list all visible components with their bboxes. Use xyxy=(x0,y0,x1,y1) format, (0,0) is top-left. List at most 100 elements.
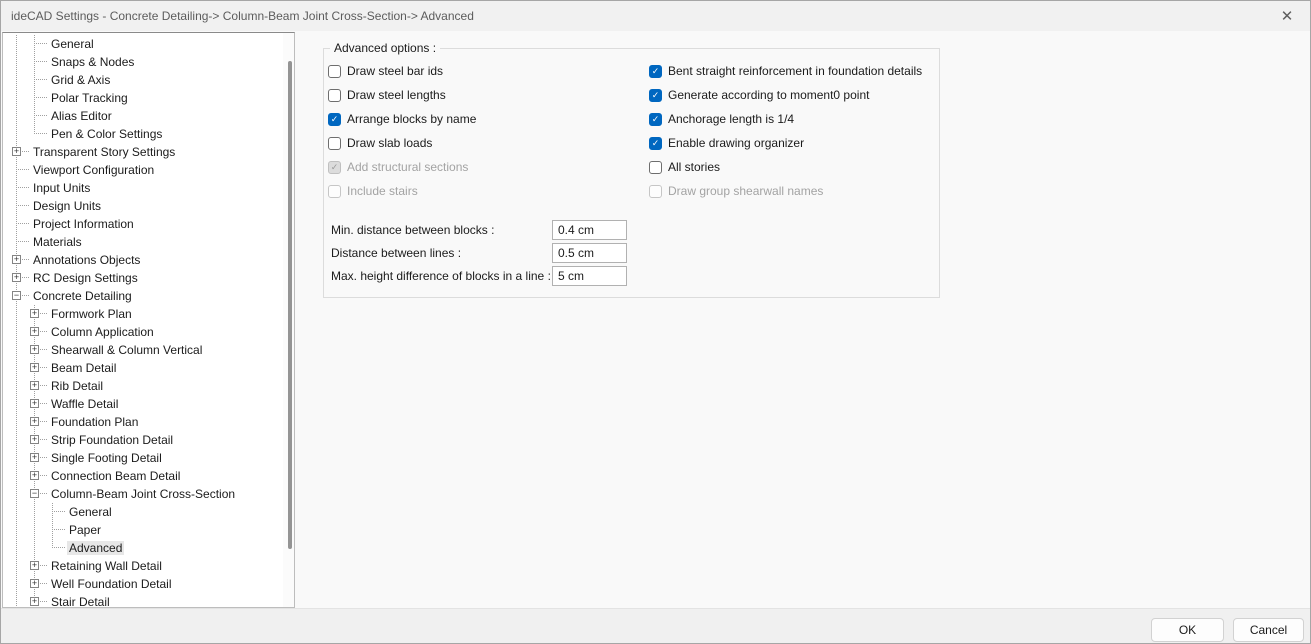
expand-icon[interactable]: + xyxy=(30,417,39,426)
tree-item-label: Alias Editor xyxy=(51,109,112,123)
tree-guide-line xyxy=(16,395,17,413)
expand-icon[interactable]: + xyxy=(30,363,39,372)
expand-icon[interactable]: + xyxy=(30,579,39,588)
tree-item-label: General xyxy=(69,505,112,519)
tree-item-label: Strip Foundation Detail xyxy=(51,433,174,447)
min-distance-between-blocks-input[interactable] xyxy=(552,220,627,240)
tree-item-paper[interactable]: Paper xyxy=(3,521,294,539)
tree-item-label: Materials xyxy=(33,235,82,249)
checkbox-row-bent-straight-reinforcement-in-foundation-details: ✓ Bent straight reinforcement in foundati… xyxy=(649,63,922,79)
checkbox-bent-straight-reinforcement-in-foundation-details[interactable]: ✓ xyxy=(649,64,662,78)
expand-icon[interactable]: + xyxy=(30,453,39,462)
checkbox-draw-steel-lengths[interactable] xyxy=(328,88,341,102)
tree-item-rc-design-settings[interactable]: + RC Design Settings xyxy=(3,269,294,287)
tree-item-retaining-wall-detail[interactable]: + Retaining Wall Detail xyxy=(3,557,294,575)
checkbox-draw-steel-bar-ids[interactable] xyxy=(328,64,341,78)
checkbox-generate-according-to-moment0-point[interactable]: ✓ xyxy=(649,88,662,102)
tree-item-formwork-plan[interactable]: + Formwork Plan xyxy=(3,305,294,323)
tree-item-column-application[interactable]: + Column Application xyxy=(3,323,294,341)
checkbox-row-include-stairs: Include stairs xyxy=(328,183,418,199)
checkbox-arrange-blocks-by-name[interactable]: ✓ xyxy=(328,112,341,126)
tree-item-well-foundation-detail[interactable]: + Well Foundation Detail xyxy=(3,575,294,593)
tree-item-single-footing-detail[interactable]: + Single Footing Detail xyxy=(3,449,294,467)
tree-item-design-units[interactable]: Design Units xyxy=(3,197,294,215)
checkbox-enable-drawing-organizer[interactable]: ✓ xyxy=(649,136,662,150)
tree-item-pen-color-settings[interactable]: Pen & Color Settings xyxy=(3,125,294,143)
expand-icon[interactable]: + xyxy=(30,435,39,444)
tree-item-label: Viewport Configuration xyxy=(33,163,155,177)
tree-item-viewport-configuration[interactable]: Viewport Configuration xyxy=(3,161,294,179)
tree-item-label: Retaining Wall Detail xyxy=(51,559,162,573)
tree-item-strip-foundation-detail[interactable]: + Strip Foundation Detail xyxy=(3,431,294,449)
checkbox-label: Draw steel bar ids xyxy=(347,64,444,78)
expand-icon[interactable]: + xyxy=(30,399,39,408)
checkbox-row-enable-drawing-organizer: ✓ Enable drawing organizer xyxy=(649,135,804,151)
collapse-icon[interactable]: − xyxy=(12,291,21,300)
tree-item-connection-beam-detail[interactable]: + Connection Beam Detail xyxy=(3,467,294,485)
tree-item-waffle-detail[interactable]: + Waffle Detail xyxy=(3,395,294,413)
tree-item-stair-detail[interactable]: + Stair Detail xyxy=(3,593,294,608)
max-height-difference-of-blocks-in-a-line-input[interactable] xyxy=(552,266,627,286)
tree-item-input-units[interactable]: Input Units xyxy=(3,179,294,197)
tree-item-advanced[interactable]: Advanced xyxy=(3,539,294,557)
close-icon[interactable]: ✕ xyxy=(1266,1,1308,31)
tree-item-foundation-plan[interactable]: + Foundation Plan xyxy=(3,413,294,431)
tree-item-label: Transparent Story Settings xyxy=(33,145,176,159)
checkbox-row-draw-steel-lengths: Draw steel lengths xyxy=(328,87,446,103)
cancel-button[interactable]: Cancel xyxy=(1233,618,1304,642)
settings-tree[interactable]: General Snaps & Nodes Grid & Axis Polar Tra… xyxy=(2,32,295,608)
expand-icon[interactable]: + xyxy=(12,273,21,282)
tree-item-label: Formwork Plan xyxy=(51,307,132,321)
tree-item-label: Column Application xyxy=(51,325,154,339)
tree-item-rib-detail[interactable]: + Rib Detail xyxy=(3,377,294,395)
tree-item-grid-axis[interactable]: Grid & Axis xyxy=(3,71,294,89)
tree-item-project-information[interactable]: Project Information xyxy=(3,215,294,233)
tree-item-general[interactable]: General xyxy=(3,35,294,53)
tree-connector xyxy=(34,43,47,44)
tree-item-concrete-detailing[interactable]: − Concrete Detailing xyxy=(3,287,294,305)
tree-scrollbar-track[interactable] xyxy=(283,33,294,607)
tree-item-label: Single Footing Detail xyxy=(51,451,162,465)
expand-icon[interactable]: + xyxy=(30,345,39,354)
expand-icon[interactable]: + xyxy=(30,309,39,318)
expand-icon[interactable]: + xyxy=(30,597,39,606)
tree-scrollbar-thumb[interactable] xyxy=(288,61,292,549)
collapse-icon[interactable]: − xyxy=(30,489,39,498)
checkbox-row-add-structural-sections: ✓ Add structural sections xyxy=(328,159,468,175)
tree-item-annotations-objects[interactable]: + Annotations Objects xyxy=(3,251,294,269)
ok-button[interactable]: OK xyxy=(1151,618,1224,642)
tree-item-materials[interactable]: Materials xyxy=(3,233,294,251)
checkbox-draw-slab-loads[interactable] xyxy=(328,136,341,150)
tree-item-label: Connection Beam Detail xyxy=(51,469,181,483)
expand-icon[interactable]: + xyxy=(12,255,21,264)
titlebar: ideCAD Settings - Concrete Detailing-> C… xyxy=(1,1,1310,31)
checkbox-anchorage-length-is-1-4[interactable]: ✓ xyxy=(649,112,662,126)
tree-item-general[interactable]: General xyxy=(3,503,294,521)
expand-icon[interactable]: + xyxy=(30,381,39,390)
checkbox-row-draw-group-shearwall-names: Draw group shearwall names xyxy=(649,183,823,199)
tree-item-snaps-nodes[interactable]: Snaps & Nodes xyxy=(3,53,294,71)
tree-item-transparent-story-settings[interactable]: + Transparent Story Settings xyxy=(3,143,294,161)
checkbox-label: Anchorage length is 1/4 xyxy=(668,112,795,126)
tree-item-polar-tracking[interactable]: Polar Tracking xyxy=(3,89,294,107)
tree-item-label: Annotations Objects xyxy=(33,253,141,267)
tree-item-label: General xyxy=(51,37,94,51)
distance-between-lines-input[interactable] xyxy=(552,243,627,263)
expand-icon[interactable]: + xyxy=(12,147,21,156)
tree-guide-line xyxy=(52,521,53,539)
tree-item-beam-detail[interactable]: + Beam Detail xyxy=(3,359,294,377)
tree-item-alias-editor[interactable]: Alias Editor xyxy=(3,107,294,125)
tree-item-label: Stair Detail xyxy=(51,595,110,608)
tree-guide-line xyxy=(16,521,17,539)
checkbox-all-stories[interactable] xyxy=(649,160,662,174)
tree-item-column-beam-joint-cross-section[interactable]: − Column-Beam Joint Cross-Section xyxy=(3,485,294,503)
tree-item-label: Concrete Detailing xyxy=(33,289,132,303)
tree-item-label: Input Units xyxy=(33,181,91,195)
tree-item-label: Snaps & Nodes xyxy=(51,55,135,69)
expand-icon[interactable]: + xyxy=(30,561,39,570)
expand-icon[interactable]: + xyxy=(30,471,39,480)
expand-icon[interactable]: + xyxy=(30,327,39,336)
tree-connector xyxy=(34,115,47,116)
tree-item-shearwall-column-vertical[interactable]: + Shearwall & Column Vertical xyxy=(3,341,294,359)
tree-guide-line xyxy=(16,503,17,521)
